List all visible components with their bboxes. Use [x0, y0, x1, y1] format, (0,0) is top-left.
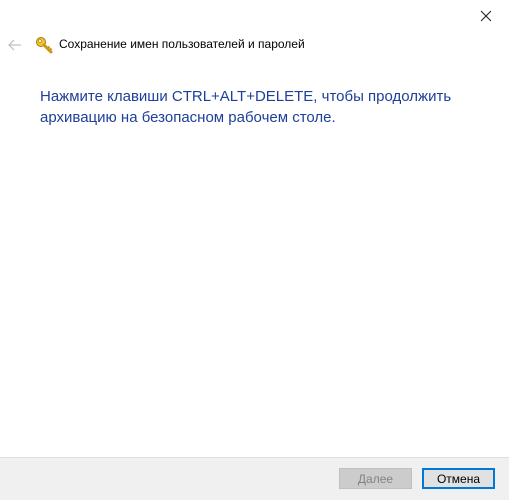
- back-button[interactable]: [6, 34, 24, 56]
- key-icon: [36, 37, 53, 54]
- wizard-header: Сохранение имен пользователей и паролей: [0, 34, 509, 56]
- wizard-title: Сохранение имен пользователей и паролей: [59, 37, 305, 51]
- cancel-button[interactable]: Отмена: [422, 468, 495, 489]
- close-button[interactable]: [463, 0, 509, 32]
- wizard-footer: Далее Отмена: [0, 457, 509, 500]
- close-icon: [480, 10, 492, 22]
- instruction-text: Нажмите клавиши CTRL+ALT+DELETE, чтобы п…: [40, 88, 452, 126]
- next-button[interactable]: Далее: [339, 468, 412, 489]
- back-arrow-icon: [8, 39, 21, 51]
- credential-wizard-window: Сохранение имен пользователей и паролей …: [0, 0, 509, 500]
